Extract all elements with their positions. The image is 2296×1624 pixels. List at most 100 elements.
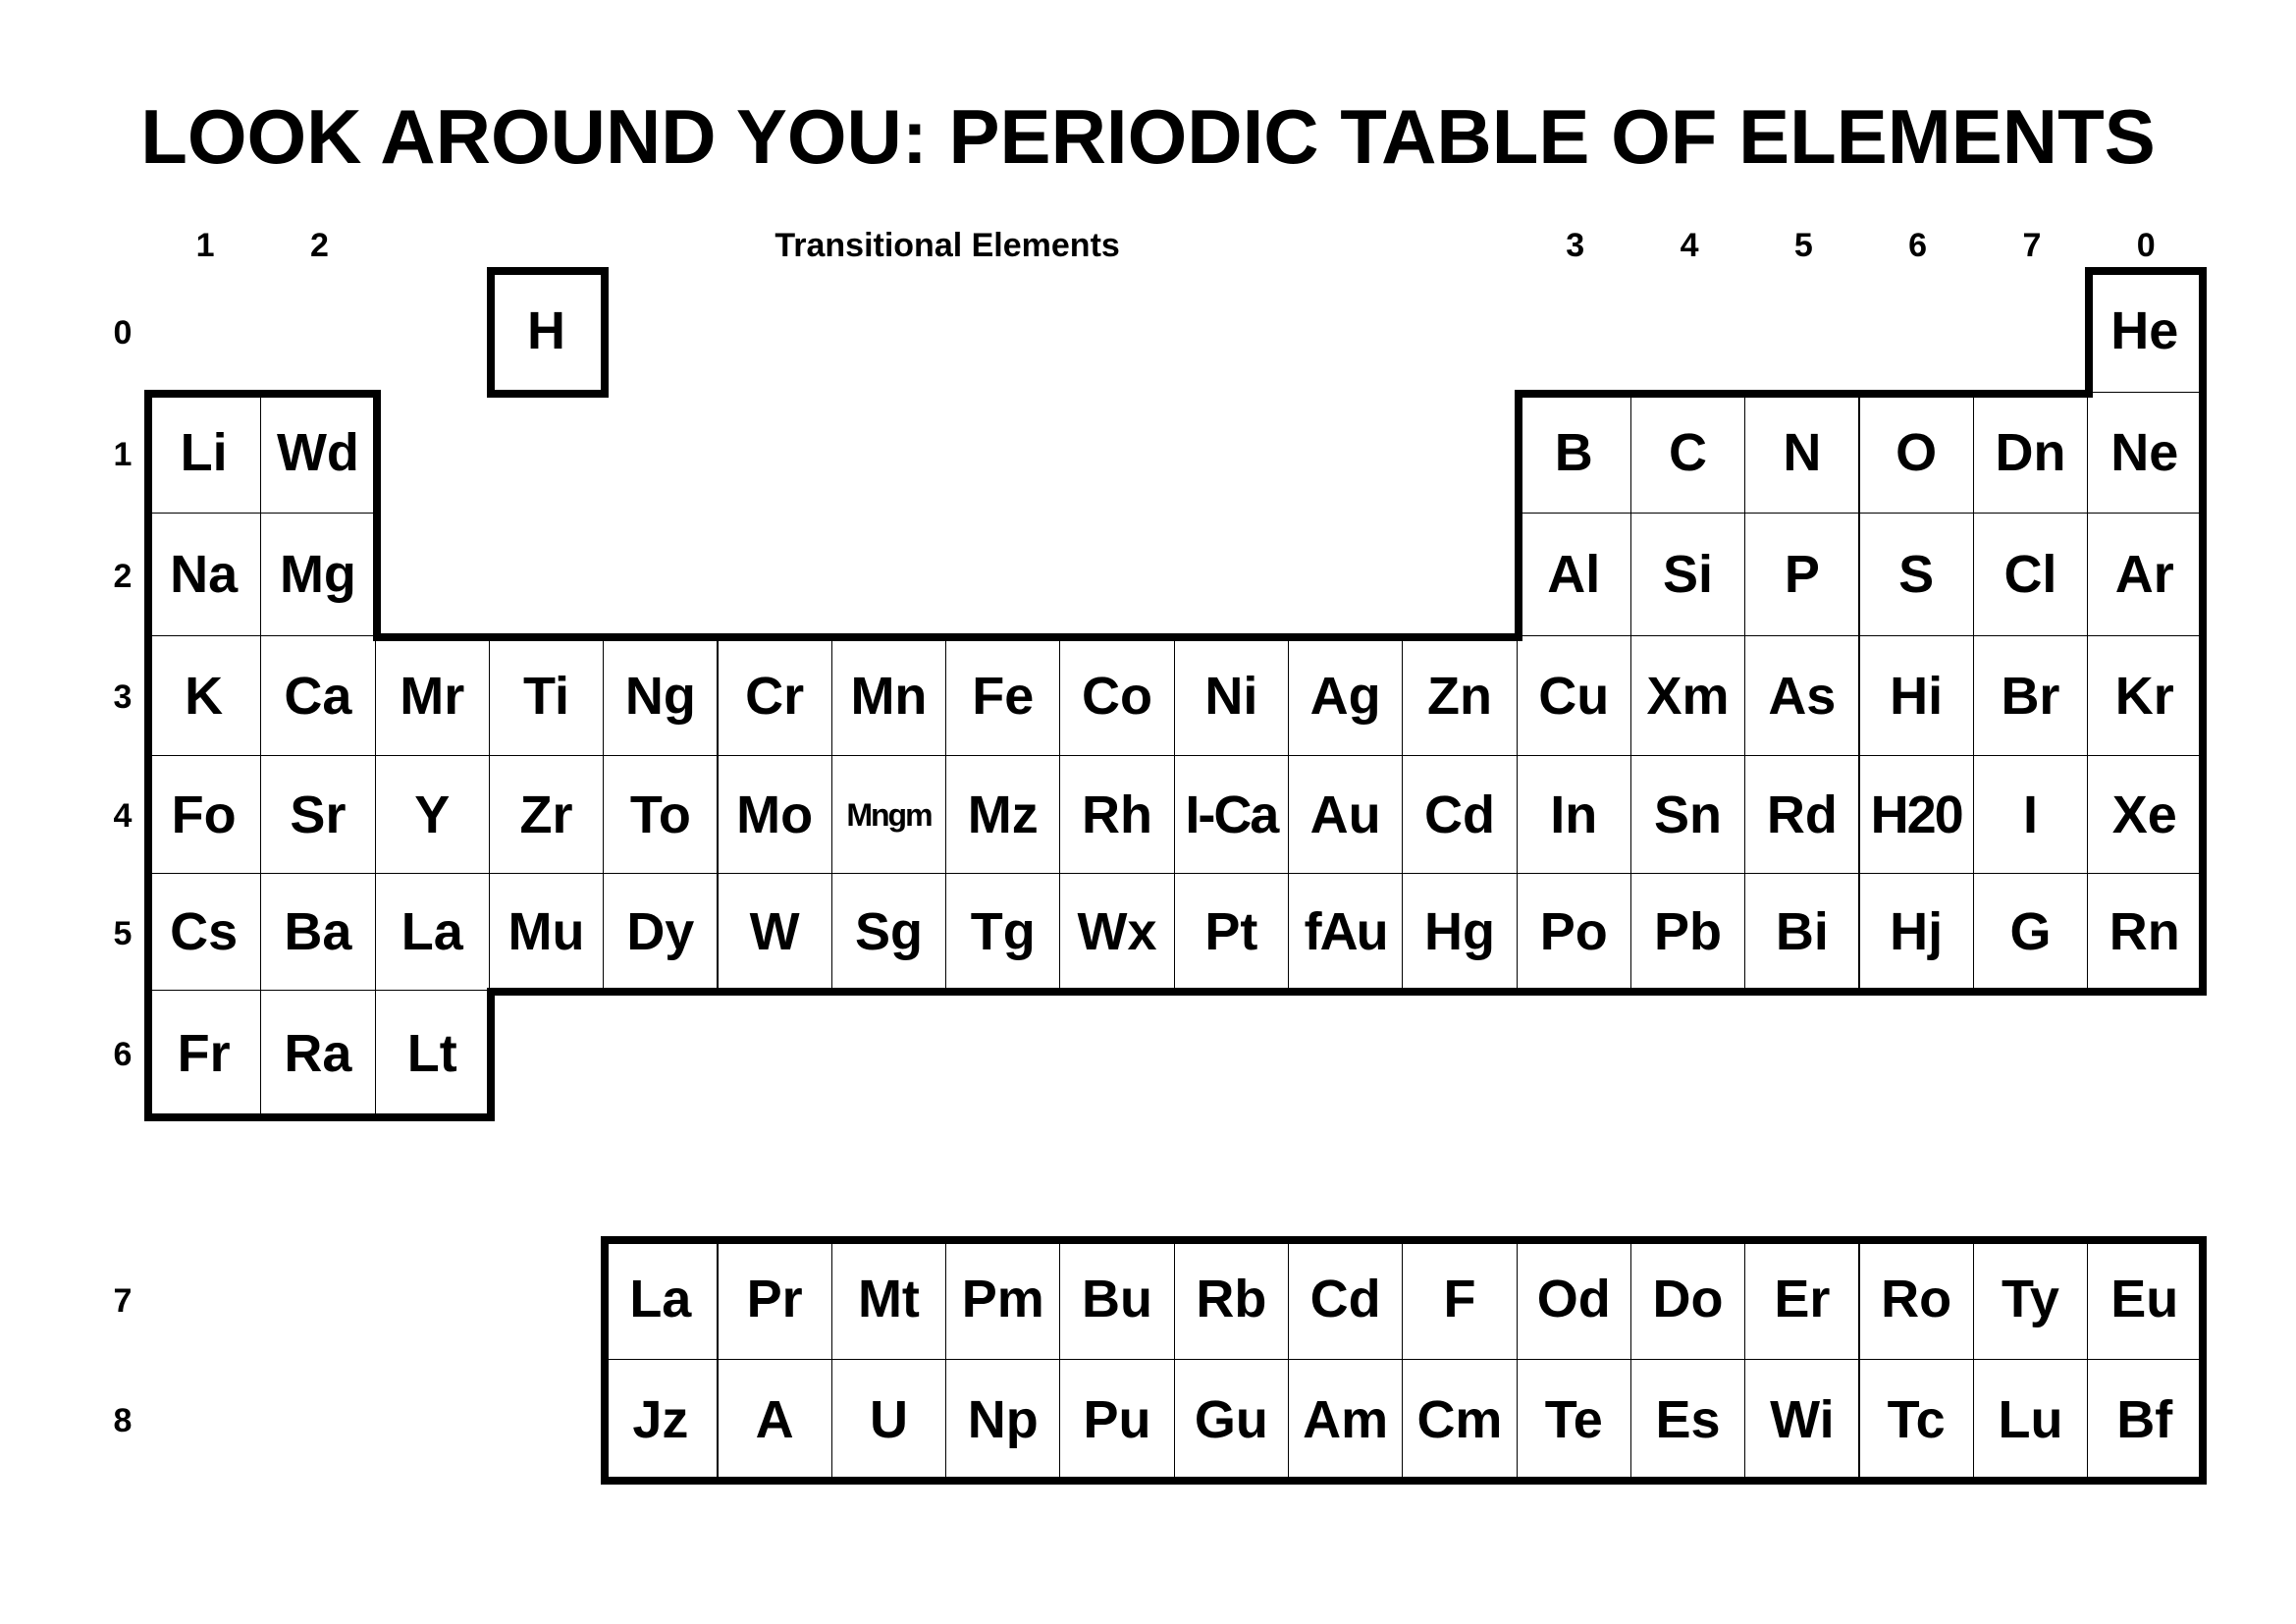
element-cell: Do: [1630, 1239, 1748, 1362]
element-cell: Ro: [1859, 1239, 1976, 1362]
period-label: 4: [113, 797, 133, 835]
element-cell: Mt: [831, 1239, 949, 1362]
period-label: 2: [113, 557, 133, 595]
element-cell: Br: [1973, 636, 2091, 758]
element-cell: Ra: [261, 991, 378, 1118]
element-cell: As: [1745, 636, 1862, 758]
element-cell: H20: [1859, 756, 1976, 876]
group-label: 0: [2136, 227, 2156, 264]
element-cell: U: [831, 1360, 949, 1482]
element-cell: Mz: [946, 756, 1063, 876]
table-border: [2199, 267, 2208, 996]
element-cell: Po: [1517, 874, 1633, 993]
element-cell: Wd: [261, 393, 378, 515]
group-label: 3: [1566, 227, 1585, 264]
element-cell: K: [147, 636, 264, 758]
element-cell: Cr: [718, 636, 834, 758]
element-cell: Ti: [489, 636, 607, 758]
table-border: [2199, 1236, 2208, 1485]
group-label: 6: [1908, 227, 1928, 264]
element-cell: Ba: [261, 874, 378, 993]
element-cell: Cs: [147, 874, 264, 993]
element-cell: Na: [147, 514, 264, 638]
element-cell: Y: [375, 756, 492, 876]
table-border: [486, 988, 495, 1121]
element-cell: Tg: [946, 874, 1063, 993]
element-cell: Es: [1630, 1360, 1748, 1482]
element-cell: Pr: [718, 1239, 834, 1362]
element-cell: Tc: [1859, 1360, 1976, 1482]
element-cell: Pu: [1060, 1360, 1177, 1482]
element-cell: La: [375, 874, 492, 993]
element-cell: Mn: [831, 636, 949, 758]
element-cell: Xe: [2088, 756, 2205, 876]
element-cell: Ni: [1174, 636, 1291, 758]
element-cell: Od: [1517, 1239, 1633, 1362]
element-cell: Co: [1060, 636, 1177, 758]
element-cell: Dy: [604, 874, 721, 993]
table-border: [372, 633, 1522, 641]
element-cell: La: [604, 1239, 721, 1362]
element-cell: Au: [1289, 756, 1406, 876]
element-cell: Cu: [1517, 636, 1633, 758]
element-cell: In: [1517, 756, 1633, 876]
element-cell: Eu: [2088, 1239, 2205, 1362]
element-cell: Fo: [147, 756, 264, 876]
element-cell: Ca: [261, 636, 378, 758]
table-border: [372, 390, 381, 641]
element-cell: I: [1973, 756, 2091, 876]
element-cell: Mu: [489, 874, 607, 993]
element-cell: Xm: [1630, 636, 1748, 758]
element-cell: I-Ca: [1174, 756, 1291, 876]
table-border: [601, 1236, 610, 1485]
element-cell: Dn: [1973, 393, 2091, 515]
element-cell: Mr: [375, 636, 492, 758]
element-cell: Rb: [1174, 1239, 1291, 1362]
group-label: 5: [1793, 227, 1813, 264]
element-cell: Ng: [604, 636, 721, 758]
element-cell: N: [1745, 393, 1862, 515]
element-cell: Zn: [1403, 636, 1520, 758]
element-cell: W: [718, 874, 834, 993]
element-cell: Ne: [2088, 393, 2205, 515]
element-cell: Lt: [375, 991, 492, 1118]
element-cell: Te: [1517, 1360, 1633, 1482]
element-cell: Hj: [1859, 874, 1976, 993]
element-cell: O: [1859, 393, 1976, 515]
table-border: [1514, 390, 1522, 641]
element-cell: Fr: [147, 991, 264, 1118]
element-cell: Wi: [1745, 1360, 1862, 1482]
element-cell: Rh: [1060, 756, 1177, 876]
element-cell: Ag: [1289, 636, 1406, 758]
period-label: 1: [113, 435, 133, 473]
element-cell: F: [1403, 1239, 1520, 1362]
element-cell: Bu: [1060, 1239, 1177, 1362]
period-label: 0: [113, 313, 133, 352]
period-label: 8: [113, 1402, 133, 1439]
group-label: 4: [1680, 227, 1699, 264]
table-border: [144, 390, 381, 398]
element-cell: Fe: [946, 636, 1063, 758]
element-cell: Si: [1630, 514, 1748, 638]
element-cell: Pm: [946, 1239, 1063, 1362]
element-cell: Gu: [1174, 1360, 1291, 1482]
element-cell: fAu: [1289, 874, 1406, 993]
element-cell: Ty: [1973, 1239, 2091, 1362]
element-cell: Bi: [1745, 874, 1862, 993]
element-cell: G: [1973, 874, 2091, 993]
element-cell: Er: [1745, 1239, 1862, 1362]
period-label: 7: [113, 1281, 133, 1320]
element-cell: Pb: [1630, 874, 1748, 993]
element-cell: Hi: [1859, 636, 1976, 758]
table-border: [144, 1113, 495, 1121]
element-cell: Cm: [1403, 1360, 1520, 1482]
table-border: [1514, 390, 2094, 398]
element-cell: Pt: [1174, 874, 1291, 993]
group-label: 7: [2022, 227, 2042, 264]
element-cell: He: [2088, 270, 2205, 395]
element-cell: H: [489, 270, 607, 395]
element-cell: Ar: [2088, 514, 2205, 638]
table-border: [144, 390, 152, 1121]
period-label: 3: [113, 678, 133, 716]
element-cell: Lu: [1973, 1360, 2091, 1482]
